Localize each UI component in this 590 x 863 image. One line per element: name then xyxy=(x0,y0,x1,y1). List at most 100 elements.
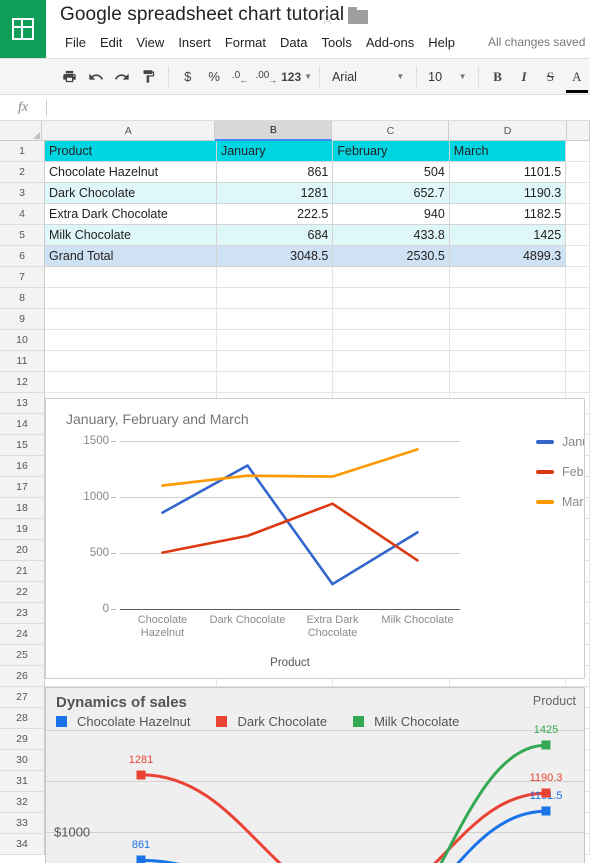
row-header-21[interactable]: 21 xyxy=(0,561,45,582)
percent-format-button[interactable]: % xyxy=(202,64,226,90)
row-header-17[interactable]: 17 xyxy=(0,477,45,498)
cell-D5[interactable]: 1425 xyxy=(449,225,567,246)
menu-format[interactable]: Format xyxy=(218,32,273,53)
column-header-d[interactable]: D xyxy=(449,121,567,141)
cell-D4[interactable]: 1182.5 xyxy=(449,204,567,225)
row-header-4[interactable]: 4 xyxy=(0,204,45,225)
row-header-30[interactable]: 30 xyxy=(0,750,45,771)
cell-D8[interactable] xyxy=(449,288,567,309)
row-header-28[interactable]: 28 xyxy=(0,708,45,729)
row-header-12[interactable]: 12 xyxy=(0,372,45,393)
cell-C8[interactable] xyxy=(333,288,450,309)
chart2-data-point[interactable] xyxy=(136,770,146,780)
cell-A1[interactable]: Product xyxy=(45,141,217,162)
cell-D3[interactable]: 1190.3 xyxy=(449,183,567,204)
cell-E5[interactable] xyxy=(566,225,590,246)
row-header-32[interactable]: 32 xyxy=(0,792,45,813)
number-format-button[interactable]: 123 ▼ xyxy=(281,64,312,90)
chart1-legend-item[interactable]: February xyxy=(536,465,584,479)
menu-data[interactable]: Data xyxy=(273,32,314,53)
text-color-button[interactable]: A xyxy=(565,64,589,93)
cell-A8[interactable] xyxy=(45,288,217,309)
cell-A10[interactable] xyxy=(45,330,217,351)
cell-A3[interactable]: Dark Chocolate xyxy=(45,183,217,204)
cell-D11[interactable] xyxy=(449,351,567,372)
cell-C6[interactable]: 2530.5 xyxy=(333,246,450,267)
cell-E9[interactable] xyxy=(566,309,590,330)
cell-E6[interactable] xyxy=(566,246,590,267)
row-header-5[interactable]: 5 xyxy=(0,225,45,246)
redo-icon[interactable] xyxy=(110,64,134,90)
chart-dynamics-of-sales[interactable]: Dynamics of sales Product Chocolate Haze… xyxy=(45,687,585,863)
cell-B1[interactable]: January xyxy=(216,141,334,162)
cell-E1[interactable] xyxy=(566,141,590,162)
row-header-34[interactable]: 34 xyxy=(0,834,45,855)
cell-A11[interactable] xyxy=(45,351,217,372)
cell-B8[interactable] xyxy=(216,288,334,309)
row-header-25[interactable]: 25 xyxy=(0,645,45,666)
menu-edit[interactable]: Edit xyxy=(93,32,129,53)
row-header-13[interactable]: 13 xyxy=(0,393,45,414)
chart2-data-point[interactable] xyxy=(136,855,146,863)
cell-D10[interactable] xyxy=(449,330,567,351)
cell-B2[interactable]: 861 xyxy=(216,162,334,183)
column-header-e[interactable] xyxy=(566,121,590,141)
cell-B9[interactable] xyxy=(216,309,334,330)
cell-C5[interactable]: 433.8 xyxy=(333,225,450,246)
chart2-data-point[interactable] xyxy=(541,740,551,750)
cell-B7[interactable] xyxy=(216,267,334,288)
menu-tools[interactable]: Tools xyxy=(314,32,358,53)
cell-D7[interactable] xyxy=(449,267,567,288)
row-header-20[interactable]: 20 xyxy=(0,540,45,561)
cell-C3[interactable]: 652.7 xyxy=(333,183,450,204)
chart2-data-point[interactable] xyxy=(541,788,551,798)
row-header-19[interactable]: 19 xyxy=(0,519,45,540)
cell-E11[interactable] xyxy=(566,351,590,372)
cell-B12[interactable] xyxy=(216,372,334,393)
row-header-6[interactable]: 6 xyxy=(0,246,45,267)
chart1-legend-item[interactable]: March xyxy=(536,495,584,509)
cell-B10[interactable] xyxy=(216,330,334,351)
print-icon[interactable] xyxy=(57,64,81,90)
column-header-c[interactable]: C xyxy=(332,121,450,141)
cell-A4[interactable]: Extra Dark Chocolate xyxy=(45,204,217,225)
menu-help[interactable]: Help xyxy=(421,32,462,53)
chart-january-february-march[interactable]: January, February and March 0 500 1000 1500… xyxy=(45,398,585,679)
cell-E12[interactable] xyxy=(566,372,590,393)
cell-D9[interactable] xyxy=(449,309,567,330)
cell-A5[interactable]: Milk Chocolate xyxy=(45,225,217,246)
row-header-10[interactable]: 10 xyxy=(0,330,45,351)
strikethrough-button[interactable]: S xyxy=(538,64,562,90)
cell-D1[interactable]: March xyxy=(449,141,567,162)
row-header-18[interactable]: 18 xyxy=(0,498,45,519)
cell-E10[interactable] xyxy=(566,330,590,351)
currency-format-button[interactable]: $ xyxy=(176,64,200,90)
select-all-corner[interactable] xyxy=(0,121,43,141)
cell-E4[interactable] xyxy=(566,204,590,225)
chart2-legend-item[interactable]: Dark Chocolate xyxy=(216,714,327,729)
cell-A9[interactable] xyxy=(45,309,217,330)
row-header-15[interactable]: 15 xyxy=(0,435,45,456)
cell-C2[interactable]: 504 xyxy=(333,162,450,183)
cell-C4[interactable]: 940 xyxy=(333,204,450,225)
row-header-7[interactable]: 7 xyxy=(0,267,45,288)
paint-format-icon[interactable] xyxy=(136,64,160,90)
cell-E7[interactable] xyxy=(566,267,590,288)
cell-E2[interactable] xyxy=(566,162,590,183)
folder-icon[interactable] xyxy=(348,7,368,24)
row-header-9[interactable]: 9 xyxy=(0,309,45,330)
cell-B3[interactable]: 1281 xyxy=(216,183,334,204)
row-header-31[interactable]: 31 xyxy=(0,771,45,792)
row-header-29[interactable]: 29 xyxy=(0,729,45,750)
row-header-22[interactable]: 22 xyxy=(0,582,45,603)
decrease-decimal-button[interactable]: .0 ← xyxy=(228,64,252,90)
font-size-select[interactable]: 10 ▼ xyxy=(423,64,471,90)
cell-A7[interactable] xyxy=(45,267,217,288)
row-header-33[interactable]: 33 xyxy=(0,813,45,834)
chart2-legend-item[interactable]: Chocolate Hazelnut xyxy=(56,714,190,729)
cell-A12[interactable] xyxy=(45,372,217,393)
row-header-14[interactable]: 14 xyxy=(0,414,45,435)
row-header-11[interactable]: 11 xyxy=(0,351,45,372)
menu-addons[interactable]: Add-ons xyxy=(359,32,421,53)
bold-button[interactable]: B xyxy=(485,64,509,90)
